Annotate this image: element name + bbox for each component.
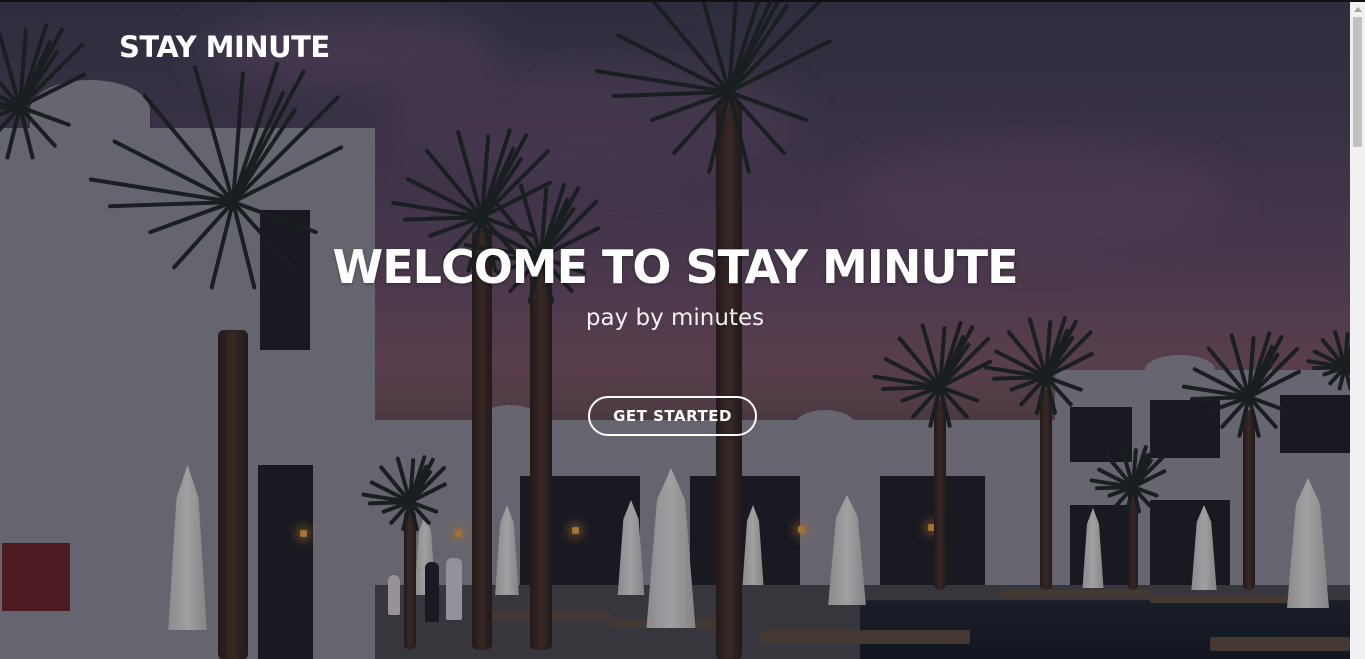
page-viewport: STAY MINUTE WELCOME TO STAY MINUTE pay b… [0,0,1365,659]
hero-title: WELCOME TO STAY MINUTE [332,240,1018,294]
top-border [0,0,1365,2]
get-started-button[interactable]: GET STARTED [588,396,757,436]
scroll-up-arrow-icon[interactable] [1350,2,1365,17]
hero-section: WELCOME TO STAY MINUTE pay by minutes GE… [0,0,1350,659]
scrollbar-thumb[interactable] [1353,17,1362,147]
vertical-scrollbar[interactable] [1350,0,1365,659]
hero-subtitle: pay by minutes [585,305,765,331]
